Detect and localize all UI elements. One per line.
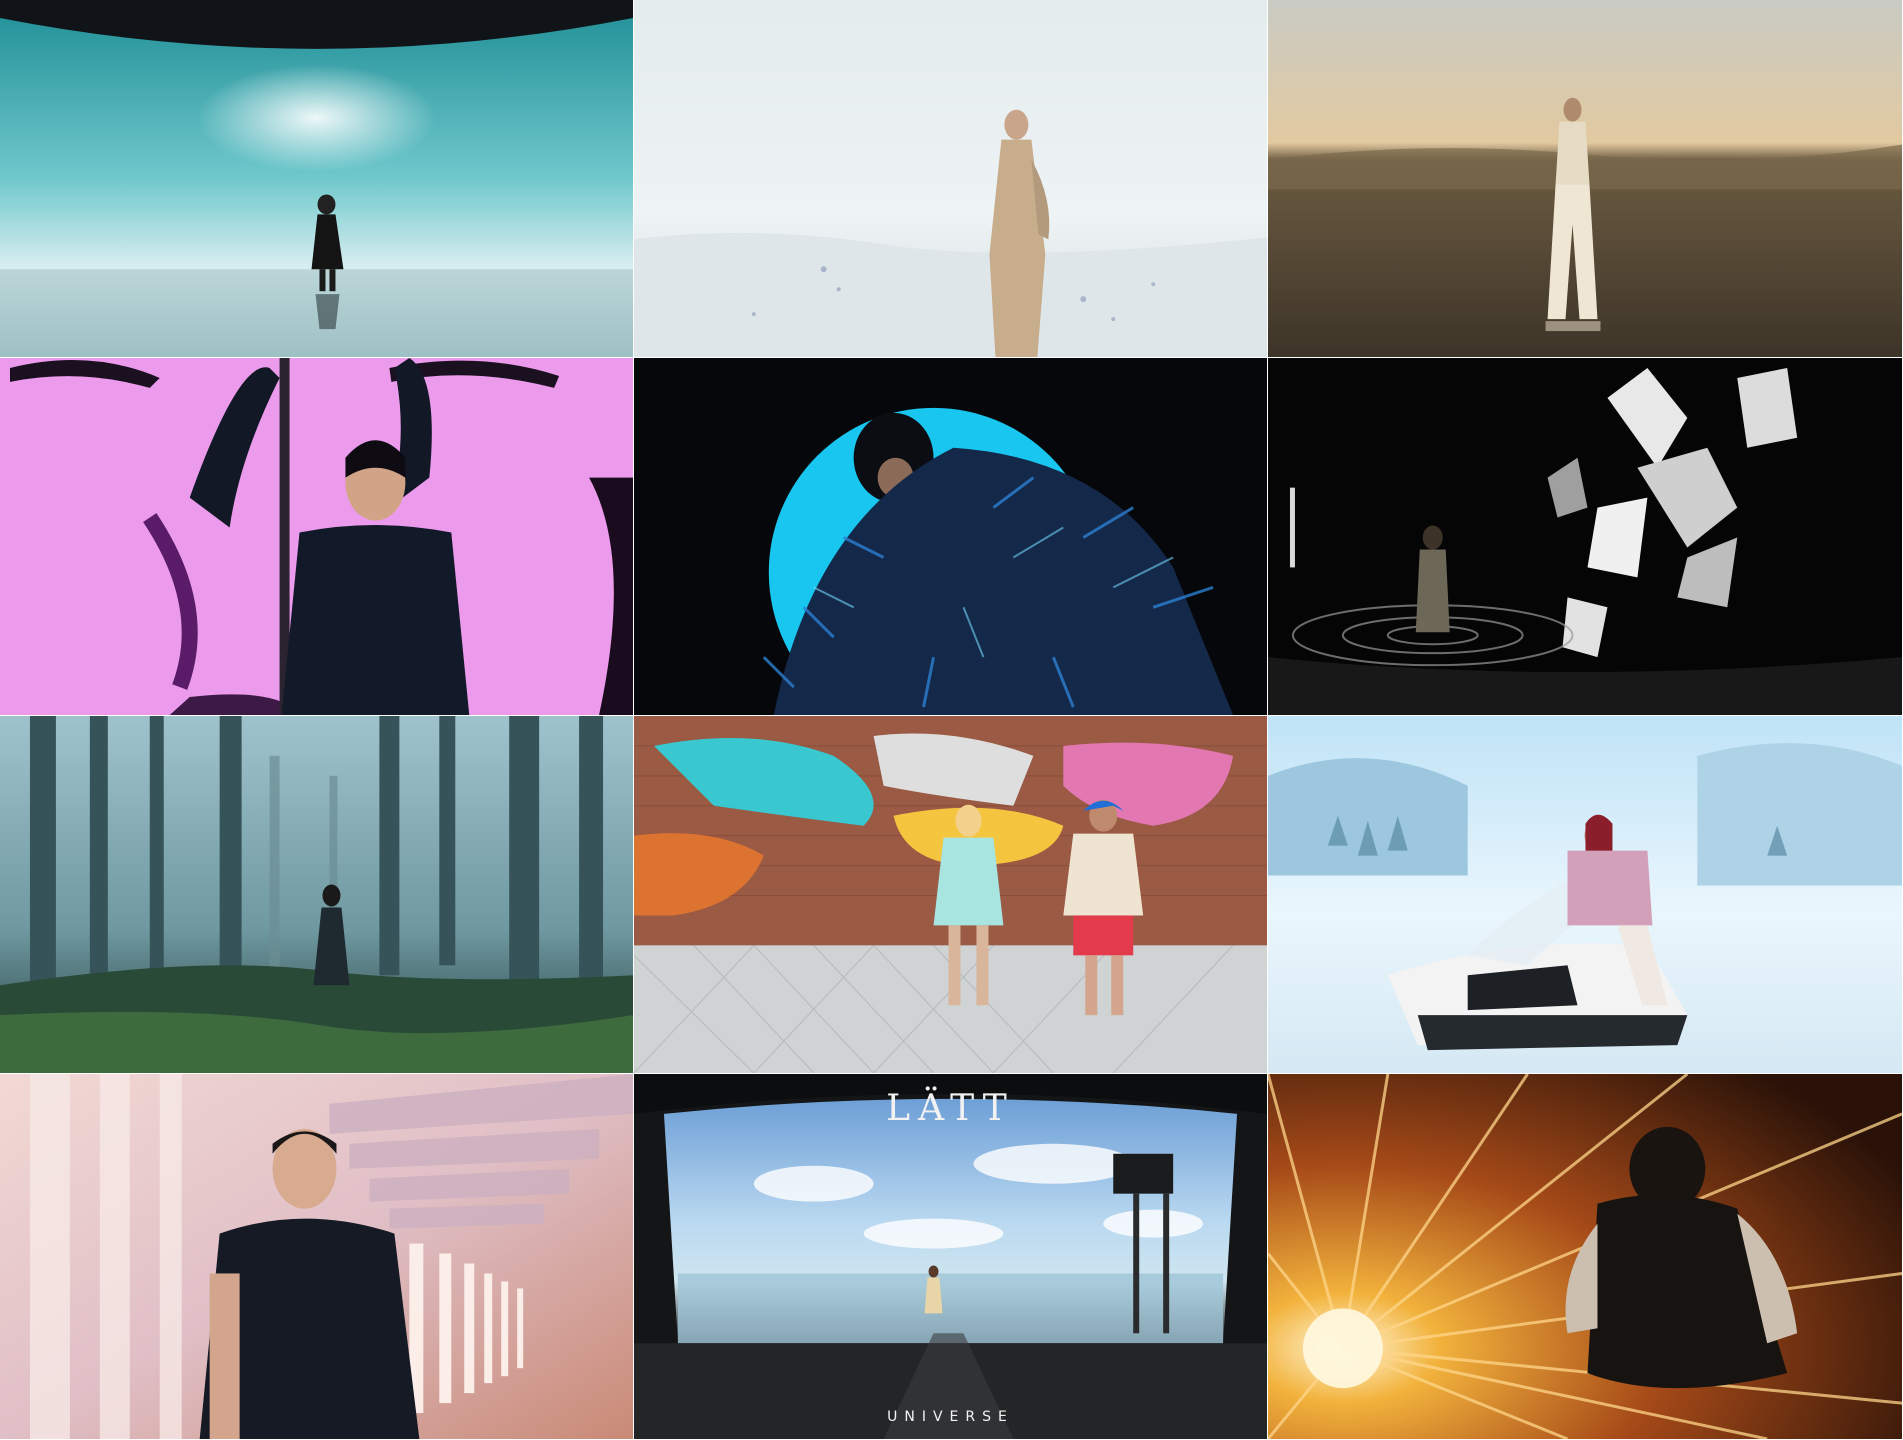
image-collage: LÄTT UNIVERSE	[0, 0, 1903, 1440]
photo-foggy-forest	[0, 716, 634, 1074]
photo-white-abstract-shapes	[1268, 358, 1903, 716]
photo-teal-stage	[0, 0, 634, 358]
photo-blue-fringe-coat	[634, 358, 1268, 716]
photo-light-speed	[1268, 1074, 1903, 1440]
photo-white-mist	[634, 0, 1268, 358]
photo-pink-face-backdrop	[0, 358, 634, 716]
brand-subtitle: UNIVERSE	[887, 1409, 1014, 1425]
photo-snowmobile	[1268, 716, 1903, 1074]
brand-title: LÄTT	[886, 1088, 1015, 1129]
photo-studio-led-stage: LÄTT UNIVERSE	[634, 1074, 1268, 1440]
photo-desert-dunes	[1268, 0, 1903, 358]
photo-light-corridor	[0, 1074, 634, 1440]
photo-graffiti-wall	[634, 716, 1268, 1074]
